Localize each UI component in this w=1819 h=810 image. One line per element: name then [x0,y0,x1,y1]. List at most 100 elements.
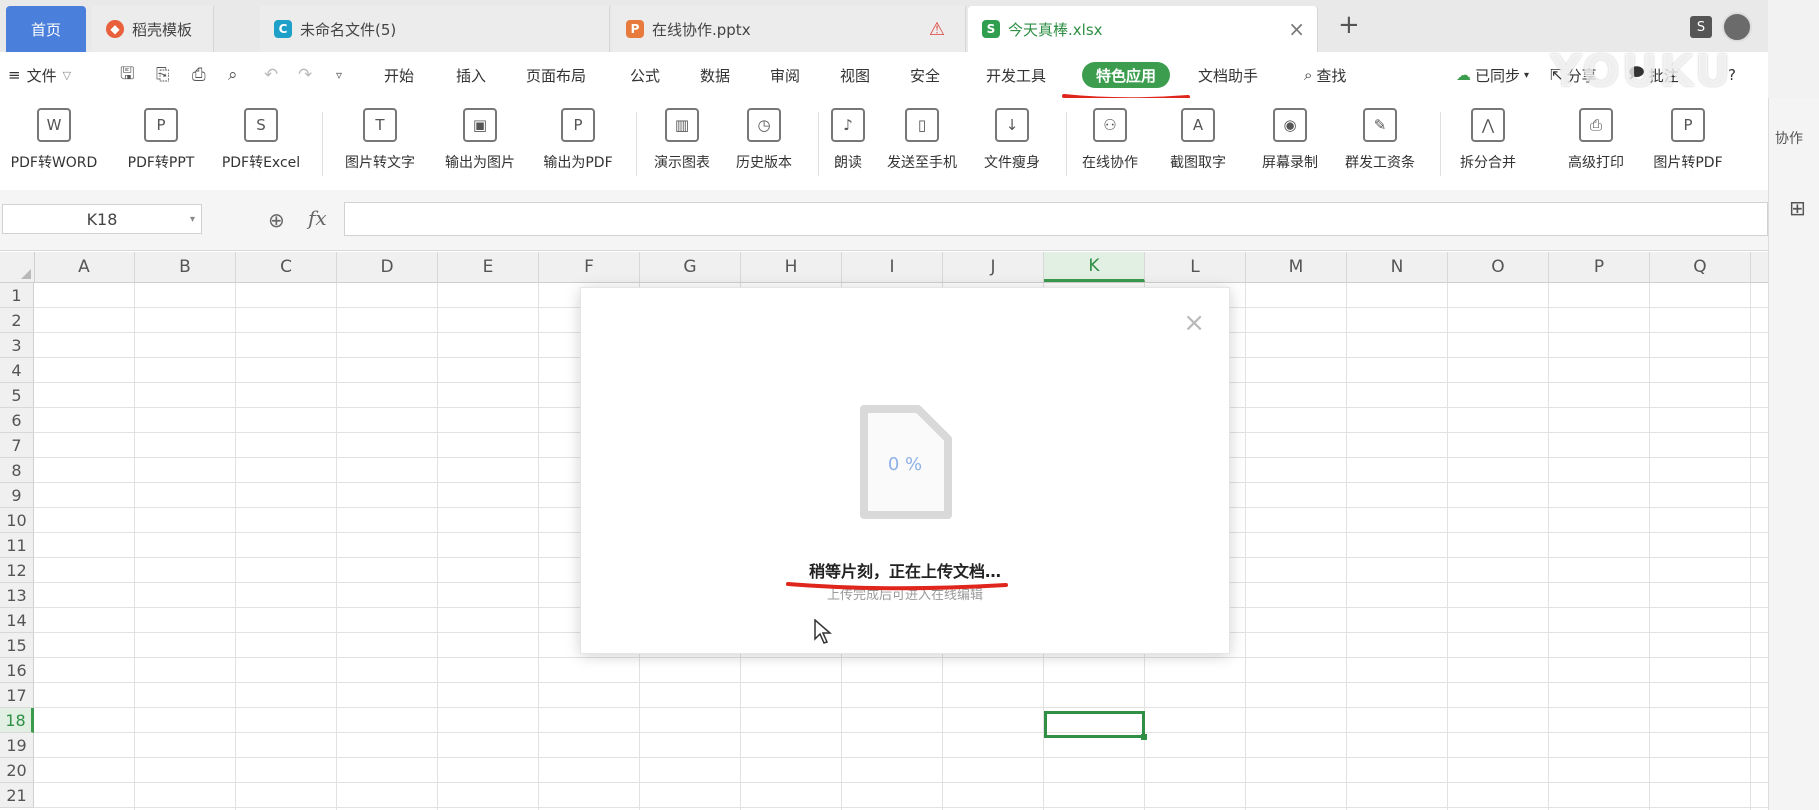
menu-review[interactable]: 审阅 [770,62,800,88]
column-header[interactable]: Q [1650,252,1751,282]
tab-home[interactable]: 首页 [6,6,86,52]
save-icon[interactable]: 🖫 [120,62,134,88]
new-tab-button[interactable]: + [1338,10,1360,40]
advanced-print-button[interactable]: ⎙ 高级打印 [1548,104,1644,184]
column-header[interactable]: A [34,252,135,282]
send-to-phone-button[interactable]: ▯ 发送至手机 [874,104,970,184]
menu-doc-assistant[interactable]: 文档助手 [1198,62,1258,88]
select-all-corner[interactable] [0,252,35,282]
menu-formulas[interactable]: 公式 [630,62,660,88]
column-header[interactable]: I [842,252,943,282]
row-header[interactable]: 21 [0,783,34,808]
row-header[interactable]: 13 [0,583,34,608]
row-header[interactable]: 9 [0,483,34,508]
tab-pptx[interactable]: P 在线协作.pptx ⚠ [612,6,966,52]
redo-icon[interactable]: ↷ [298,62,312,88]
row-header[interactable]: 17 [0,683,34,708]
row-header[interactable]: 19 [0,733,34,758]
selected-cell-k18[interactable] [1044,711,1147,740]
column-header[interactable]: K [1044,252,1145,282]
menu-view[interactable]: 视图 [840,62,870,88]
menu-insert[interactable]: 插入 [456,62,486,88]
column-header[interactable]: L [1145,252,1246,282]
row-header[interactable]: 15 [0,633,34,658]
row-header[interactable]: 8 [0,458,34,483]
phone-icon: ▯ [905,108,939,142]
name-box[interactable]: K18 ▾ [2,204,202,234]
red-annotation-underline [786,582,1008,591]
close-tab-icon[interactable]: × [1288,17,1305,41]
file-menu[interactable]: ≡ 文件 ▽ [8,62,71,88]
column-header[interactable]: H [741,252,842,282]
menu-developer[interactable]: 开发工具 [986,62,1046,88]
upload-progress-dialog: × 0 % 稍等片刻，正在上传文档… 上传完成后可进入在线编辑 [580,287,1230,654]
menu-page-layout[interactable]: 页面布局 [526,62,586,88]
menu-special-apps[interactable]: 特色应用 [1082,62,1171,88]
menu-home[interactable]: 开始 [384,62,414,88]
grid-icon[interactable]: ⊞ [1789,196,1806,220]
undo-icon[interactable]: ↶ [264,62,278,88]
column-header[interactable]: N [1347,252,1448,282]
image-to-pdf-button[interactable]: P 图片转PDF [1640,104,1736,184]
avatar[interactable] [1722,12,1752,42]
workspace-icon[interactable]: S [1690,16,1712,38]
print-preview-icon[interactable]: ⌕ [228,62,238,88]
row-header[interactable]: 10 [0,508,34,533]
tab-daoke-template[interactable]: ◆ 稻壳模板 [92,6,214,52]
column-header[interactable]: E [438,252,539,282]
pdf-to-word-button[interactable]: W PDF转WORD [6,104,102,184]
screen-record-button[interactable]: ◉ 屏幕录制 [1242,104,1338,184]
menu-security[interactable]: 安全 [910,62,940,88]
menu-data[interactable]: 数据 [700,62,730,88]
row-header[interactable]: 2 [0,308,34,333]
export-pdf-button[interactable]: P 输出为PDF [530,104,626,184]
customize-icon[interactable]: ▿ [336,62,342,88]
row-header[interactable]: 1 [0,283,34,308]
side-panel-tab[interactable]: 协作 [1775,128,1803,148]
payslip-icon: ✎ [1363,108,1397,142]
print-icon[interactable]: ⎙ [192,62,206,88]
history-button[interactable]: ◷ 历史版本 [716,104,812,184]
payslip-button[interactable]: ✎ 群发工资条 [1332,104,1428,184]
file-slim-button[interactable]: ↓ 文件瘦身 [964,104,1060,184]
tab-untitled-file[interactable]: C 未命名文件(5) [260,6,610,52]
row-header[interactable]: 6 [0,408,34,433]
online-collab-button[interactable]: ⚇ 在线协作 [1062,104,1158,184]
column-header[interactable]: G [640,252,741,282]
row-header[interactable]: 11 [0,533,34,558]
export-icon[interactable]: ⎘ [156,62,170,88]
export-image-button[interactable]: ▣ 输出为图片 [432,104,528,184]
image-to-text-button[interactable]: T 图片转文字 [332,104,428,184]
screenshot-ocr-button[interactable]: A 截图取字 [1150,104,1246,184]
row-header[interactable]: 5 [0,383,34,408]
column-header[interactable]: P [1549,252,1650,282]
row-header[interactable]: 12 [0,558,34,583]
column-header[interactable]: C [236,252,337,282]
row-header[interactable]: 3 [0,333,34,358]
menu-find[interactable]: ⌕ 查找 [1304,62,1346,88]
zoom-icon[interactable]: ⊕ [268,208,285,232]
tab-xlsx-active[interactable]: S 今天真棒.xlsx × [968,6,1318,52]
column-header[interactable]: J [943,252,1044,282]
row-header[interactable]: 4 [0,358,34,383]
column-header[interactable]: O [1448,252,1549,282]
row-header[interactable]: 16 [0,658,34,683]
column-header[interactable]: D [337,252,438,282]
row-header[interactable]: 18 [0,708,34,733]
row-header[interactable]: 14 [0,608,34,633]
pptx-icon: P [626,20,644,38]
formula-input[interactable] [344,202,1768,236]
close-icon[interactable]: × [1183,308,1205,338]
column-header[interactable]: F [539,252,640,282]
pdf-to-ppt-button[interactable]: P PDF转PPT [113,104,209,184]
row-header[interactable]: 7 [0,433,34,458]
fx-icon[interactable]: fx [308,206,327,230]
split-merge-button[interactable]: ⋀ 拆分合并 [1440,104,1536,184]
pdf-to-excel-button[interactable]: S PDF转Excel [213,104,309,184]
column-header[interactable]: M [1246,252,1347,282]
column-header[interactable]: B [135,252,236,282]
sync-status[interactable]: ☁ 已同步 ▾ [1456,62,1529,88]
row-header[interactable]: 20 [0,758,34,783]
chevron-down-icon: ▾ [1524,69,1530,81]
printer-icon: ⎙ [1579,108,1613,142]
